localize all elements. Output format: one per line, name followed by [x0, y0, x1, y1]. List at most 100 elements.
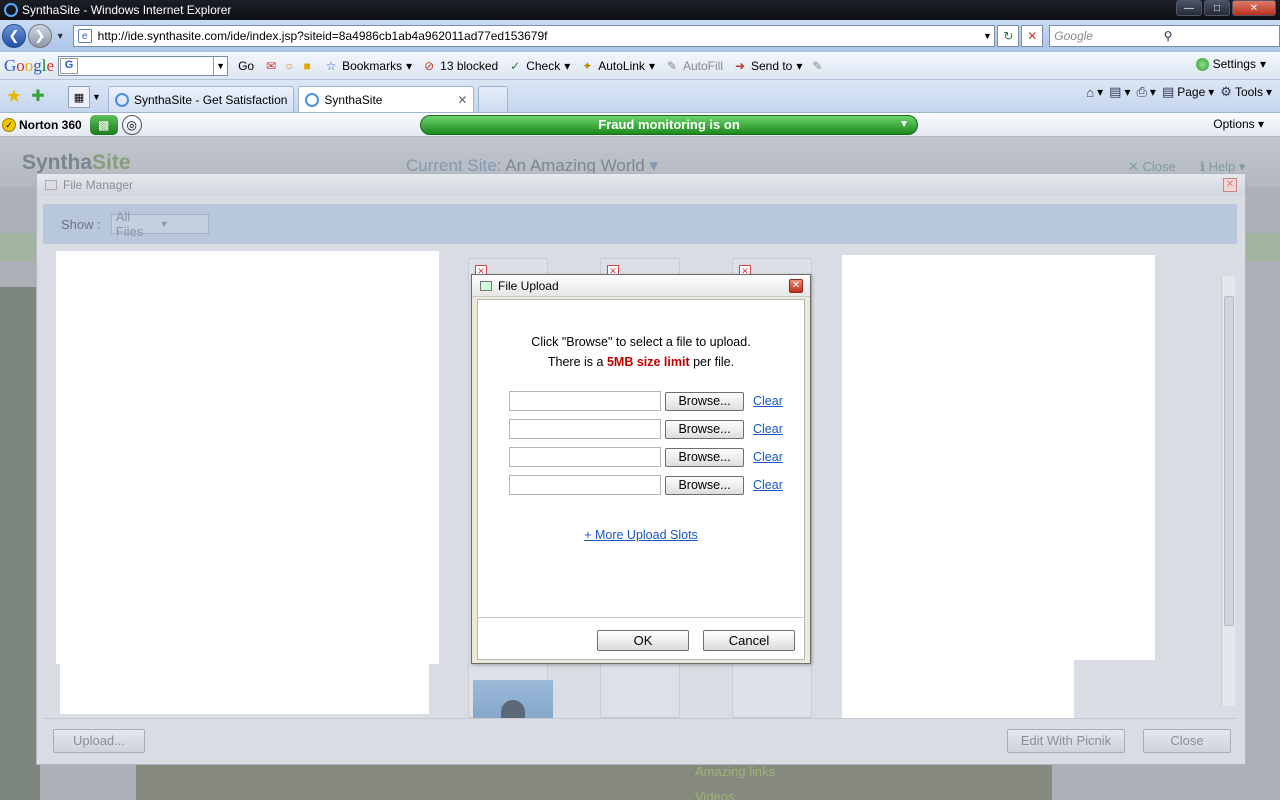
- clear-link[interactable]: Clear: [753, 422, 783, 436]
- url-field[interactable]: e http://ide.synthasite.com/ide/index.js…: [72, 25, 996, 47]
- history-dropdown-icon[interactable]: ▼: [56, 31, 65, 41]
- browse-button[interactable]: Browse...: [665, 391, 744, 411]
- blocked-icon: ⊘: [424, 58, 435, 73]
- tab-label: SynthaSite: [324, 92, 383, 107]
- clear-link[interactable]: Clear: [753, 394, 783, 408]
- upload-slot-4: Browse... Clear: [509, 474, 799, 496]
- page-icon: ▤: [1161, 84, 1175, 99]
- tools-menu[interactable]: ⚙ Tools ▾: [1220, 84, 1272, 100]
- tab-get-satisfaction[interactable]: SynthaSite - Get Satisfaction: [108, 86, 295, 112]
- browse-button[interactable]: Browse...: [665, 419, 744, 439]
- google-settings-button[interactable]: Settings ▾: [1195, 57, 1266, 71]
- cancel-button[interactable]: Cancel: [703, 630, 795, 651]
- norton-logo: ✓ Norton 360: [2, 117, 82, 132]
- tab-bar: ★ ✚ ▦ ▼ SynthaSite - Get Satisfaction Sy…: [0, 80, 1280, 113]
- show-filter-select[interactable]: All Files ▼: [110, 209, 209, 239]
- maximize-button[interactable]: □: [1204, 0, 1230, 16]
- highlighter-icon[interactable]: ✎: [812, 59, 822, 73]
- browse-button[interactable]: Browse...: [665, 475, 744, 495]
- page-label: Page: [1177, 85, 1206, 99]
- refresh-button[interactable]: ↻: [997, 25, 1020, 47]
- upload-slot-2: Browse... Clear: [509, 418, 799, 440]
- file-path-input[interactable]: [509, 475, 661, 495]
- file-path-input[interactable]: [509, 419, 661, 439]
- scrollbar-thumb[interactable]: [1224, 296, 1234, 626]
- google-g-icon[interactable]: G: [60, 57, 79, 74]
- print-icon: ⎙: [1136, 84, 1147, 99]
- page-menu[interactable]: ▤ Page ▾: [1162, 84, 1214, 100]
- quick-tabs-icon[interactable]: ▦: [68, 86, 90, 108]
- close-tab-icon[interactable]: ✕: [457, 93, 467, 107]
- show-label: Show :: [61, 216, 101, 232]
- limit-prefix: There is a: [547, 355, 604, 369]
- tools-label: Tools: [1234, 85, 1263, 99]
- print-button[interactable]: ⎙ ▾: [1137, 84, 1156, 100]
- minimize-button[interactable]: —: [1176, 0, 1202, 16]
- tab-synthasite[interactable]: SynthaSite ✕: [298, 86, 475, 112]
- preview-area: [56, 251, 439, 664]
- preview-area: [842, 255, 1155, 660]
- url-text[interactable]: http://ide.synthasite.com/ide/index.jsp?…: [98, 29, 981, 43]
- clear-link[interactable]: Clear: [753, 450, 783, 464]
- autofill-button[interactable]: ✎ AutoFill: [665, 59, 723, 73]
- show-filter-value: All Files: [115, 209, 144, 239]
- file-manager-close-button[interactable]: Close: [1143, 729, 1231, 753]
- google-search-input[interactable]: G ▼: [58, 55, 229, 76]
- norton-check-icon: ✓: [2, 117, 16, 132]
- command-bar: ⌂ ▾ ▤ ▾ ⎙ ▾ ▤ Page ▾ ⚙ Tools ▾: [1086, 84, 1272, 100]
- feeds-button[interactable]: ▤ ▾: [1109, 84, 1130, 100]
- home-button[interactable]: ⌂ ▾: [1086, 85, 1103, 100]
- tab-list-dropdown-icon[interactable]: ▼: [92, 92, 104, 102]
- fraud-monitoring-status[interactable]: Fraud monitoring is on ▼: [420, 115, 918, 135]
- popup-blocker[interactable]: ⊘ 13 blocked: [422, 59, 498, 73]
- file-path-input[interactable]: [509, 391, 661, 411]
- edit-with-picnik-button[interactable]: Edit With Picnik: [1007, 729, 1125, 753]
- size-limit-notice: There is a 5MB size limit per file.: [478, 355, 804, 369]
- search-icon[interactable]: ⚲: [1164, 29, 1273, 43]
- window-title: SynthaSite - Windows Internet Explorer: [22, 3, 232, 17]
- more-upload-slots-link[interactable]: + More Upload Slots: [478, 528, 804, 542]
- globe-icon[interactable]: ◎: [121, 114, 142, 135]
- tab-label: SynthaSite - Get Satisfaction: [134, 92, 288, 107]
- file-grid-scrollbar[interactable]: [1221, 276, 1235, 706]
- window-titlebar: SynthaSite - Windows Internet Explorer —…: [0, 0, 1280, 20]
- settings-label: Settings: [1212, 57, 1256, 71]
- url-dropdown-icon[interactable]: ▼: [980, 31, 994, 41]
- fraud-status-text: Fraud monitoring is on: [598, 117, 740, 132]
- bookmarks-label: Bookmarks: [342, 58, 403, 73]
- autolink-label: AutoLink: [598, 58, 645, 73]
- norton-brand: Norton 360: [19, 117, 82, 132]
- forward-button[interactable]: ❯: [27, 24, 52, 48]
- upload-button[interactable]: Upload...: [53, 729, 145, 753]
- google-toolbar: Google G ▼ Go ✉ ○ ■ ☆ Bookmarks ▾ ⊘ 13 blocke…: [0, 52, 1280, 80]
- clear-link[interactable]: Clear: [753, 478, 783, 492]
- norton-options-menu[interactable]: Options ▾: [1213, 117, 1264, 131]
- gear-icon: ⚙: [1220, 84, 1232, 99]
- fraud-dropdown-icon[interactable]: ▼: [899, 116, 909, 134]
- bookmarks-menu[interactable]: ☆ Bookmarks ▾: [324, 59, 412, 73]
- search-input[interactable]: Google ⚲: [1049, 25, 1280, 47]
- file-upload-dialog: File Upload ✕ Click "Browse" to select a…: [471, 274, 811, 664]
- file-manager-close-icon[interactable]: ✕: [1223, 178, 1237, 192]
- spellcheck-button[interactable]: ✓ Check ▾: [508, 59, 570, 73]
- stop-button[interactable]: ✕: [1021, 25, 1044, 47]
- browse-button[interactable]: Browse...: [665, 447, 744, 467]
- chevron-down-icon: ▼: [159, 219, 169, 229]
- google-dropdown-icon[interactable]: ▼: [213, 56, 227, 75]
- new-tab-button[interactable]: [478, 86, 509, 112]
- autolink-button[interactable]: ✦ AutoLink ▾: [580, 59, 655, 73]
- back-button[interactable]: ❮: [2, 24, 26, 48]
- file-upload-close-icon[interactable]: ✕: [789, 279, 803, 293]
- sendto-button[interactable]: ➜ Send to ▾: [733, 59, 802, 73]
- computer-icon[interactable]: ▩: [89, 114, 118, 135]
- ok-button[interactable]: OK: [597, 630, 689, 651]
- google-logo: Google: [4, 55, 55, 75]
- file-path-input[interactable]: [509, 447, 661, 467]
- close-window-button[interactable]: ✕: [1232, 0, 1276, 16]
- favorites-star-icon[interactable]: ★: [2, 84, 26, 108]
- add-favorite-icon[interactable]: ✚: [26, 84, 50, 108]
- google-go-button[interactable]: Go: [238, 59, 254, 73]
- google-news-icon[interactable]: ✉ ○ ■: [264, 59, 314, 73]
- ie-tab-icon: [305, 92, 320, 107]
- ie-logo-icon: [4, 3, 18, 17]
